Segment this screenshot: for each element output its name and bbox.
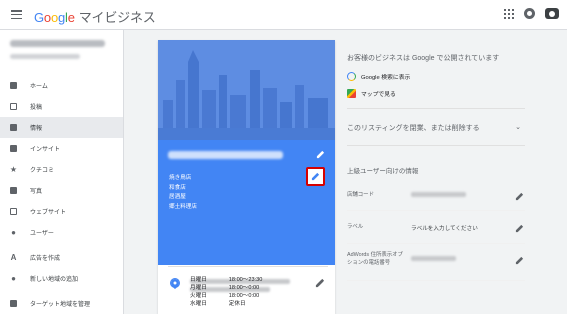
sidebar-item-label: ターゲット地域を管理 xyxy=(30,302,91,308)
sidebar-item-manage-locations[interactable]: ターゲット地域を管理 xyxy=(0,293,123,314)
account-avatar-icon[interactable] xyxy=(545,8,559,19)
posts-icon xyxy=(9,102,18,111)
category-item: 郷土料理店 xyxy=(169,203,197,210)
sidebar-item-add-location[interactable]: ● 新しい地域の追加 xyxy=(0,268,123,289)
sidebar-item-label: 広告を作成 xyxy=(30,256,61,262)
edit-category-button-highlighted[interactable] xyxy=(306,167,325,186)
sidebar-item-create-ad[interactable]: A 広告を作成 xyxy=(0,247,123,268)
business-name-redacted xyxy=(10,40,105,47)
business-info-card: 焼き鳥店 和食店 居酒屋 郷土料理店 xyxy=(158,40,335,314)
sidebar-item-label: 情報 xyxy=(30,126,43,132)
sidebar-item-label: 写真 xyxy=(30,189,43,195)
public-status-title: お客様のビジネスは Google で公開されています xyxy=(347,55,500,62)
hours-row: 火曜日 18:00～0:00 xyxy=(190,293,260,299)
store-code-value-redacted xyxy=(411,192,466,197)
storefront-icon xyxy=(9,123,18,132)
clock-icon xyxy=(170,278,180,288)
close-listing-link[interactable]: このリスティングを閉業、または削除する xyxy=(347,123,480,133)
sidebar-item-insights[interactable]: インサイト xyxy=(0,138,123,159)
sidebar-item-reviews[interactable]: ★ クチコミ xyxy=(0,159,123,180)
edit-hours-pencil-icon[interactable] xyxy=(316,278,325,287)
divider xyxy=(347,108,525,109)
chevron-down-icon[interactable]: ⌄ xyxy=(515,123,521,131)
divider xyxy=(347,280,525,281)
business-name-redacted xyxy=(168,151,283,159)
home-icon xyxy=(9,81,18,90)
sidebar-item-home[interactable]: ホーム xyxy=(0,75,123,96)
edit-adwords-phone-pencil-icon[interactable] xyxy=(515,256,524,265)
hours-row: 日曜日 18:00～23:30 xyxy=(190,277,263,283)
google-maps-icon xyxy=(347,89,356,98)
adwords-phone-value-redacted xyxy=(411,256,456,261)
apps-grid-icon[interactable] xyxy=(504,8,514,19)
product-name: マイビジネス xyxy=(78,10,156,25)
google-search-link[interactable]: Google 検索に表示 xyxy=(347,72,410,81)
sidebar-item-posts[interactable]: 投稿 xyxy=(0,96,123,117)
ads-icon: A xyxy=(10,253,17,262)
pencil-icon xyxy=(311,172,320,181)
sidebar-item-info[interactable]: 情報 xyxy=(0,117,123,138)
divider xyxy=(347,210,525,211)
sidebar-item-label: クチコミ xyxy=(30,168,55,174)
google-my-business-logo[interactable]: Google マイビジネス xyxy=(34,7,156,26)
sidebar-item-label: インサイト xyxy=(30,147,61,153)
star-icon: ★ xyxy=(9,165,18,174)
sidebar-item-website[interactable]: ウェブサイト xyxy=(0,201,123,222)
cover-illustration xyxy=(158,40,335,140)
notifications-icon[interactable] xyxy=(524,8,535,19)
divider xyxy=(347,145,525,146)
hours-table: 日曜日 18:00～23:30 月曜日 18:00～0:00 火曜日 18:00～0:… xyxy=(190,276,284,308)
sidebar-item-photos[interactable]: 写真 xyxy=(0,180,123,201)
edit-label-pencil-icon[interactable] xyxy=(515,224,524,233)
top-app-bar: Google マイビジネス xyxy=(0,0,567,30)
sidebar-item-users[interactable]: ● ユーザー xyxy=(0,222,123,243)
sidebar-item-label: ユーザー xyxy=(30,231,54,237)
photo-icon xyxy=(9,186,18,195)
category-item: 居酒屋 xyxy=(169,194,186,200)
category-item: 焼き鳥店 xyxy=(169,175,192,181)
advanced-info-title: 上級ユーザー向けの情報 xyxy=(347,168,419,175)
manage-locations-icon xyxy=(9,299,18,308)
sidebar-item-label: ウェブサイト xyxy=(30,210,67,216)
label-field-value[interactable]: ラベルを入力してください xyxy=(411,224,478,232)
users-icon: ● xyxy=(11,228,16,237)
sidebar-item-label: ホーム xyxy=(30,84,48,90)
google-icon xyxy=(347,72,356,81)
label-field-label: ラベル xyxy=(347,224,364,230)
hours-row: 水曜日 定休日 xyxy=(190,301,246,307)
divider xyxy=(347,243,525,244)
maps-link[interactable]: マップで見る xyxy=(347,89,396,98)
edit-name-pencil-icon[interactable] xyxy=(316,150,325,159)
menu-icon[interactable] xyxy=(11,10,22,20)
category-item: 和食店 xyxy=(169,184,186,191)
sidebar-item-label: 投稿 xyxy=(30,105,43,111)
edit-store-code-pencil-icon[interactable] xyxy=(515,192,524,201)
website-icon xyxy=(9,207,18,216)
divider xyxy=(168,266,328,267)
insights-icon xyxy=(9,144,18,153)
store-code-label: 店舗コード xyxy=(347,192,374,198)
category-list: 焼き鳥店 和食店 居酒屋 郷土料理店 xyxy=(169,174,197,212)
business-address-redacted xyxy=(10,54,80,59)
location-add-icon: ● xyxy=(11,274,16,283)
hours-row: 月曜日 18:00～0:00 xyxy=(190,285,260,291)
sidebar: ホーム 投稿 情報 インサイト ★ クチコミ 写真 ウェブサイト ● ユーザー A 広… xyxy=(0,30,124,314)
adwords-phone-label: AdWords 住所表示オプションの電話番号 xyxy=(347,252,403,266)
business-info-panel: 焼き鳥店 和食店 居酒屋 郷土料理店 xyxy=(158,140,335,265)
sidebar-nav: ホーム 投稿 情報 インサイト ★ クチコミ 写真 ウェブサイト ● ユーザー A 広… xyxy=(0,75,123,314)
sidebar-item-label: 新しい地域の追加 xyxy=(30,277,79,283)
